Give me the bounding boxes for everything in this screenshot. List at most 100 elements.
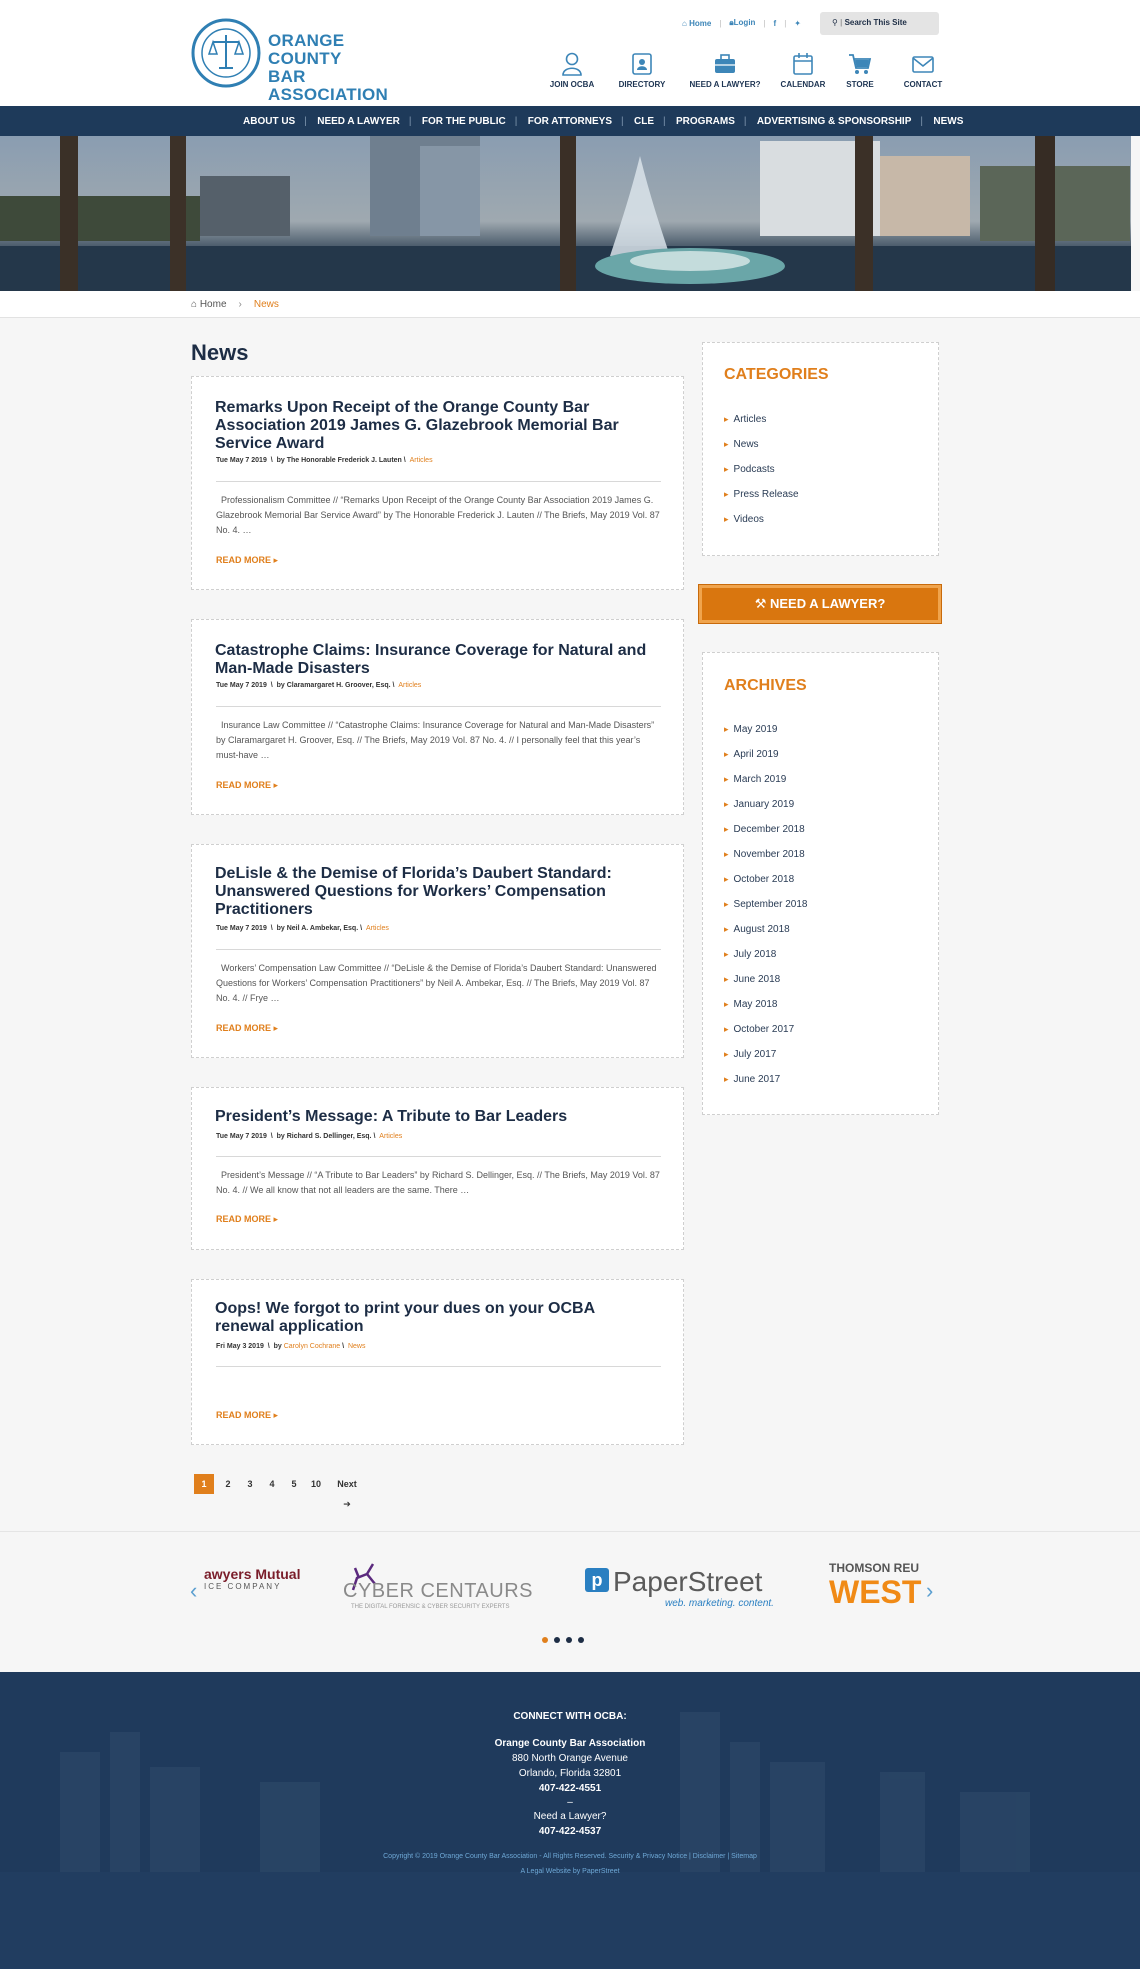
post-card: Oops! We forgot to print your dues on yo… (191, 1279, 684, 1445)
contact-label: CONTACT (903, 80, 943, 89)
nav-item-about-us[interactable]: ABOUT US (232, 116, 306, 127)
archive-link[interactable]: October 2018 (724, 873, 807, 898)
archive-link[interactable]: April 2019 (724, 748, 807, 773)
site-search-input[interactable]: ⚲ | Search This Site (820, 12, 939, 35)
search-placeholder: Search This Site (844, 18, 907, 27)
breadcrumb-home[interactable]: ⌂ Home (191, 299, 227, 310)
ocba-logo[interactable]: ORANGE COUNTY BAR ASSOCIATION (191, 18, 411, 104)
paperstreet-name: PaperStreet (613, 1566, 763, 1597)
page-1[interactable]: 1 (194, 1474, 214, 1494)
nav-item-for-the-public[interactable]: FOR THE PUBLIC (409, 116, 517, 127)
search-icon: ⚲ (832, 18, 838, 27)
site-footer: CONNECT WITH OCBA: Orange County Bar Ass… (0, 1672, 1140, 1969)
category-link[interactable]: Videos (724, 513, 799, 538)
archives-title: ARCHIVES (724, 677, 807, 694)
archive-link[interactable]: June 2018 (724, 973, 807, 998)
store-link[interactable]: STORE (840, 52, 880, 89)
category-link[interactable]: Press Release (724, 488, 799, 513)
page-5[interactable]: 5 (286, 1474, 302, 1494)
carousel-next-icon[interactable]: › (926, 1578, 933, 1604)
directory-link[interactable]: DIRECTORY (612, 52, 672, 89)
post-excerpt: Insurance Law Committee // “Catastrophe … (216, 720, 655, 760)
archive-link[interactable]: May 2019 (724, 723, 807, 748)
post-title[interactable]: DeLisle & the Demise of Florida’s Dauber… (215, 865, 655, 919)
archive-link[interactable]: July 2017 (724, 1048, 807, 1073)
read-more-link[interactable]: READ MORE ▸ (216, 780, 278, 791)
icon-nav: JOIN OCBA DIRECTORY NEED A LAWYER? CALEN… (530, 52, 950, 92)
thomson-west-logo[interactable]: THOMSON REU WEST (829, 1561, 934, 1621)
need-a-lawyer-link[interactable]: NEED A LAWYER? (685, 52, 765, 89)
archive-link[interactable]: November 2018 (724, 848, 807, 873)
category-link[interactable]: News (724, 438, 799, 463)
paperstreet-logo[interactable]: p PaperStreet web. marketing. content. (585, 1566, 785, 1614)
lake-eola-fountain-image (0, 136, 1131, 291)
archive-link[interactable]: July 2018 (724, 948, 807, 973)
archive-link[interactable]: October 2017 (724, 1023, 807, 1048)
read-more-link[interactable]: READ MORE ▸ (216, 1023, 278, 1034)
post-category-link[interactable]: Articles (379, 1133, 402, 1140)
home-link[interactable]: ⌂ Home (682, 19, 711, 28)
nav-item-for-attorneys[interactable]: FOR ATTORNEYS (515, 116, 623, 127)
nav-item-advertising[interactable]: ADVERTISING & SPONSORSHIP (744, 116, 922, 127)
carousel-dot[interactable] (578, 1637, 584, 1643)
post-excerpt: Workers’ Compensation Law Committee // “… (216, 963, 657, 1003)
archive-link[interactable]: December 2018 (724, 823, 807, 848)
post-title[interactable]: Catastrophe Claims: Insurance Coverage f… (215, 642, 655, 678)
carousel-dot[interactable] (554, 1637, 560, 1643)
post-category-link[interactable]: Articles (410, 457, 433, 464)
archive-link[interactable]: May 2018 (724, 998, 807, 1023)
footer-phone[interactable]: 407-422-4551 (0, 1783, 1140, 1794)
page-4[interactable]: 4 (264, 1474, 280, 1494)
nav-item-news[interactable]: NEWS (920, 116, 974, 127)
need-a-lawyer-button[interactable]: ⚒ NEED A LAWYER? (698, 584, 942, 624)
carousel-dot[interactable] (566, 1637, 572, 1643)
post-card: President’s Message: A Tribute to Bar Le… (191, 1087, 684, 1250)
post-title[interactable]: Oops! We forgot to print your dues on yo… (215, 1300, 655, 1336)
contact-link[interactable]: CONTACT (898, 52, 948, 89)
page-10[interactable]: 10 (308, 1474, 324, 1494)
calendar-link[interactable]: CALENDAR (778, 52, 828, 89)
cyber-centaurs-logo[interactable]: CYBER CENTAURS THE DIGITAL FORENSIC & CY… (343, 1560, 543, 1616)
post-title[interactable]: Remarks Upon Receipt of the Orange Count… (215, 399, 655, 453)
footer-copyright[interactable]: Copyright © 2019 Orange County Bar Assoc… (0, 1853, 1140, 1860)
read-more-link[interactable]: READ MORE ▸ (216, 1214, 278, 1225)
cyber-centaurs-tag: THE DIGITAL FORENSIC & CYBER SECURITY EX… (351, 1604, 510, 1610)
category-link[interactable]: Podcasts (724, 463, 799, 488)
post-author-link[interactable]: Carolyn Cochrane (284, 1343, 340, 1350)
archive-link[interactable]: March 2019 (724, 773, 807, 798)
post-author: by Neil A. Ambekar, Esq. (276, 925, 359, 932)
category-link[interactable]: Articles (724, 413, 799, 438)
next-page-link[interactable]: Next ➔ (330, 1474, 364, 1509)
nav-item-programs[interactable]: PROGRAMS (663, 116, 746, 127)
read-more-link[interactable]: READ MORE ▸ (216, 1410, 278, 1421)
post-meta: Tue May 7 2019 \ by Claramargaret H. Gro… (216, 682, 422, 689)
calendar-label: CALENDAR (780, 80, 826, 89)
need-a-lawyer-button-label: NEED A LAWYER? (769, 596, 886, 611)
archive-link[interactable]: August 2018 (724, 923, 807, 948)
page-3[interactable]: 3 (242, 1474, 258, 1494)
lawyers-mutual-logo[interactable]: awyers Mutual ICE COMPANY (204, 1566, 304, 1591)
post-title[interactable]: President’s Message: A Tribute to Bar Le… (215, 1108, 655, 1126)
carousel-dot[interactable] (542, 1637, 548, 1643)
archive-link[interactable]: September 2018 (724, 898, 808, 923)
twitter-icon[interactable]: ✦ (794, 19, 801, 28)
read-more-link[interactable]: READ MORE ▸ (216, 555, 278, 566)
paperstreet-tag: web. marketing. content. (665, 1598, 774, 1609)
footer-address-2: Orlando, Florida 32801 (518, 1768, 622, 1779)
post-card: Catastrophe Claims: Insurance Coverage f… (191, 619, 684, 815)
login-link[interactable]: 🔒︎Login (729, 18, 755, 28)
page-2[interactable]: 2 (220, 1474, 236, 1494)
post-category-link[interactable]: News (348, 1343, 366, 1350)
nav-item-need-a-lawyer[interactable]: NEED A LAWYER (304, 116, 411, 127)
post-category-link[interactable]: Articles (398, 682, 421, 689)
post-category-link[interactable]: Articles (366, 925, 389, 932)
archive-link[interactable]: January 2019 (724, 798, 807, 823)
facebook-icon[interactable]: f (774, 19, 777, 28)
archive-link[interactable]: June 2017 (724, 1073, 807, 1098)
nav-item-cle[interactable]: CLE (621, 116, 665, 127)
divider (216, 1366, 661, 1367)
join-ocba-link[interactable]: JOIN OCBA (548, 52, 596, 89)
carousel-prev-icon[interactable]: ‹ (190, 1578, 197, 1604)
footer-credit[interactable]: A Legal Website by PaperStreet (0, 1868, 1140, 1875)
footer-lawyer-phone[interactable]: 407-422-4537 (0, 1826, 1140, 1837)
